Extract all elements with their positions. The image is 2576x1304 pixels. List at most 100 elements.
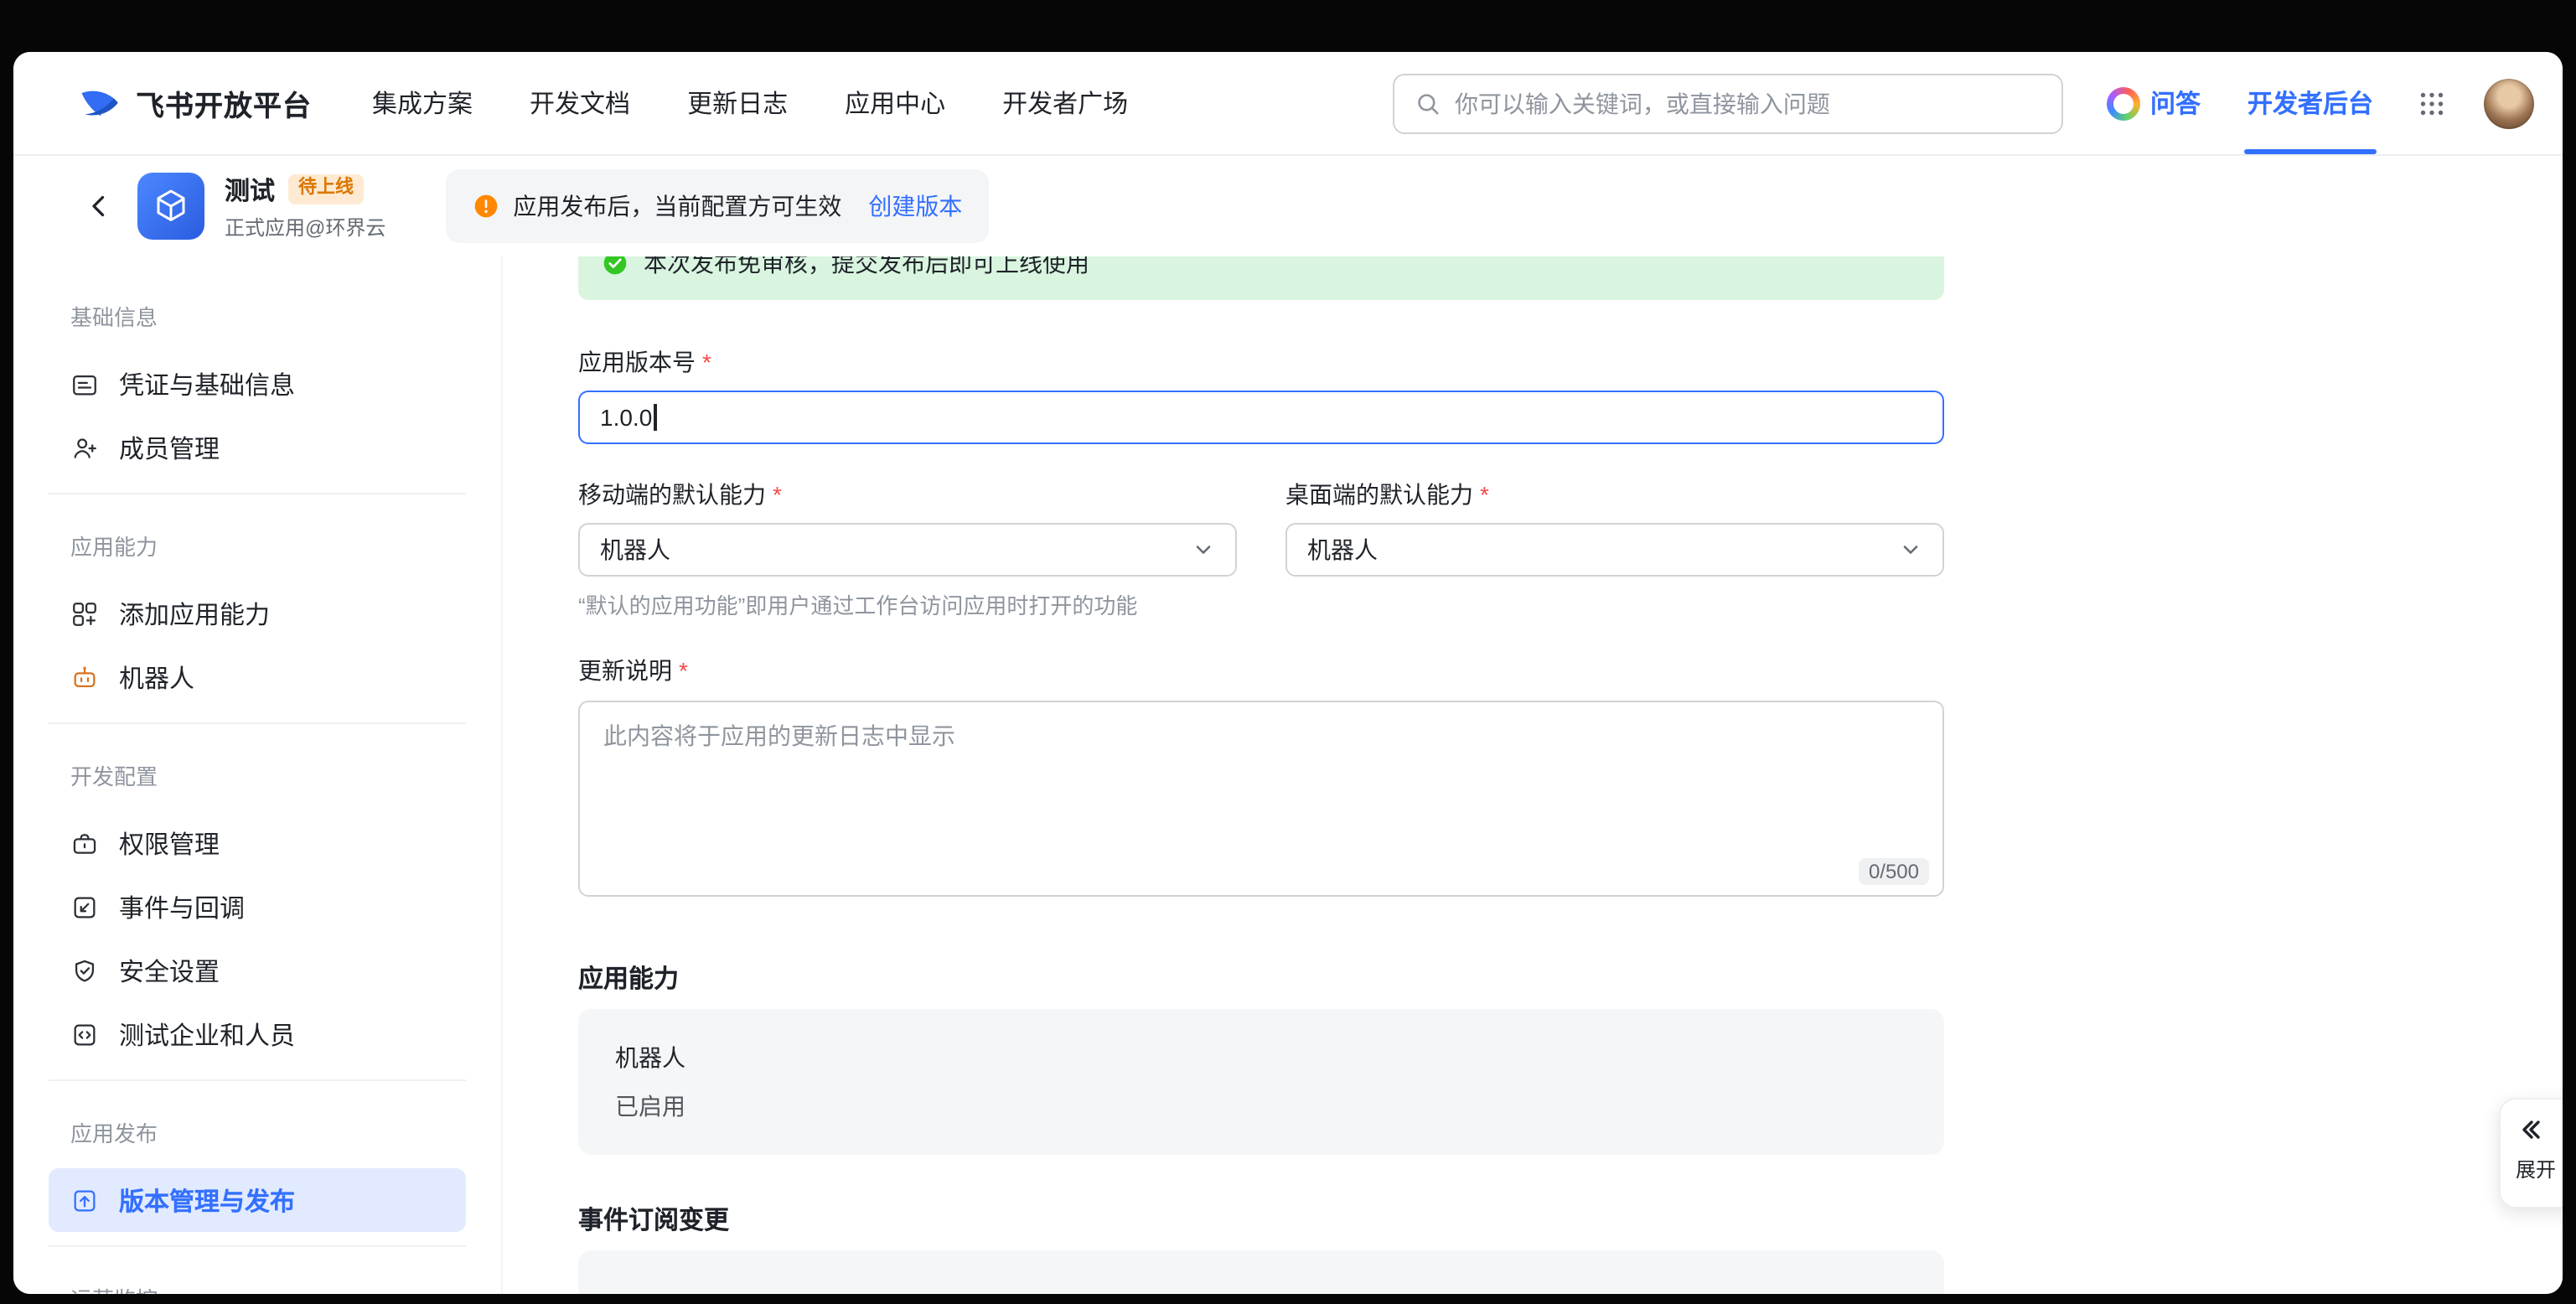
sidebar-item-version-release[interactable]: 版本管理与发布 <box>49 1168 466 1232</box>
sidebar-section-title: 开发配置 <box>49 737 466 811</box>
tab-developer-console[interactable]: 开发者后台 <box>2248 85 2373 121</box>
sidebar: 基础信息 凭证与基础信息 成员管 <box>13 256 503 1294</box>
sidebar-item-bot[interactable]: 机器人 <box>49 645 466 709</box>
char-counter: 0/500 <box>1859 858 1929 885</box>
mobile-capability-select[interactable]: 机器人 <box>578 523 1237 577</box>
grid-icon <box>2417 88 2447 118</box>
nav-item-docs[interactable]: 开发文档 <box>530 85 630 121</box>
sidebar-section-monitoring: 运营监控 <box>49 1245 466 1294</box>
sidebar-item-credentials[interactable]: 凭证与基础信息 <box>49 352 466 416</box>
feishu-logo-icon <box>77 81 121 125</box>
sidebar-item-label: 添加应用能力 <box>119 596 270 631</box>
chevron-down-icon <box>1192 538 1215 561</box>
nav-item-dev-plaza[interactable]: 开发者广场 <box>1002 85 1128 121</box>
required-marker: * <box>1480 481 1489 508</box>
required-marker: * <box>773 481 782 508</box>
sidebar-section-title: 基础信息 <box>49 278 466 352</box>
sidebar-item-label: 安全设置 <box>119 953 220 988</box>
nav-item-app-center[interactable]: 应用中心 <box>845 85 945 121</box>
add-capability-icon <box>70 599 99 628</box>
nav-item-changelog[interactable]: 更新日志 <box>687 85 788 121</box>
app-window: 飞书开放平台 集成方案 开发文档 更新日志 应用中心 开发者广场 问答 <box>13 52 2563 1294</box>
expand-panel-toggle[interactable]: 展开 <box>2499 1098 2563 1208</box>
default-capability-row: 移动端的默认能力* 机器人 桌面端的默认能力* <box>578 478 1944 577</box>
capability-panel: 机器人 已启用 <box>578 1009 1944 1155</box>
app-meta: 测试 待上线 正式应用@环界云 <box>225 172 385 241</box>
sidebar-item-events[interactable]: 事件与回调 <box>49 875 466 939</box>
desktop-capability-label: 桌面端的默认能力* <box>1285 478 1944 511</box>
header-right: 问答 开发者后台 <box>2107 78 2563 128</box>
main-content: 本次发布免审核，提交发布后即可上线使用 应用版本号* 1.0.0 移动端的默认能… <box>503 256 2563 1294</box>
app-bar: 测试 待上线 正式应用@环界云 应用发布后，当前配置方可生效 创建版本 <box>13 156 2563 256</box>
version-form: 本次发布免审核，提交发布后即可上线使用 应用版本号* 1.0.0 移动端的默认能… <box>578 256 1944 1294</box>
text-caret <box>654 404 656 431</box>
top-nav: 集成方案 开发文档 更新日志 应用中心 开发者广场 <box>372 85 1128 121</box>
app-icon <box>137 173 204 240</box>
mobile-capability-value: 机器人 <box>600 533 670 567</box>
sidebar-item-members[interactable]: 成员管理 <box>49 416 466 479</box>
search-box[interactable] <box>1393 73 2063 133</box>
screen: 飞书开放平台 集成方案 开发文档 更新日志 应用中心 开发者广场 问答 <box>0 0 2576 1304</box>
sidebar-item-test-org[interactable]: 测试企业和人员 <box>49 1002 466 1066</box>
success-check-icon <box>602 256 628 277</box>
sidebar-section-basic: 基础信息 凭证与基础信息 成员管 <box>49 278 466 479</box>
app-subtitle: 正式应用@环界云 <box>225 212 385 241</box>
required-marker: * <box>679 657 688 684</box>
changelog-textarea[interactable]: 此内容将于应用的更新日志中显示 0/500 <box>578 701 1944 897</box>
version-label: 应用版本号* <box>578 345 1944 379</box>
sidebar-item-add-capability[interactable]: 添加应用能力 <box>49 582 466 645</box>
success-banner: 本次发布免审核，提交发布后即可上线使用 <box>578 256 1944 300</box>
events-panel <box>578 1250 1944 1294</box>
sidebar-item-label: 测试企业和人员 <box>119 1017 295 1052</box>
qa-gradient-icon <box>2107 86 2140 120</box>
back-button[interactable] <box>84 191 114 221</box>
status-badge: 待上线 <box>288 174 364 204</box>
permission-icon <box>70 829 99 857</box>
apps-grid-button[interactable] <box>2417 88 2447 118</box>
qa-entry[interactable]: 问答 <box>2107 85 2201 121</box>
capability-hint: “默认的应用功能”即用户通过工作台访问应用时打开的功能 <box>578 588 1944 620</box>
body-row: 基础信息 凭证与基础信息 成员管 <box>13 256 2563 1294</box>
sidebar-item-label: 凭证与基础信息 <box>119 366 295 401</box>
sidebar-item-permissions[interactable]: 权限管理 <box>49 811 466 875</box>
capability-status: 已启用 <box>615 1089 1907 1123</box>
changelog-label: 更新说明* <box>578 654 1944 687</box>
nav-item-integration[interactable]: 集成方案 <box>372 85 473 121</box>
sidebar-section-dev-config: 开发配置 权限管理 事件与回调 <box>49 722 466 1066</box>
avatar[interactable] <box>2484 78 2534 128</box>
sidebar-item-label: 权限管理 <box>119 825 220 861</box>
publish-notice: 应用发布后，当前配置方可生效 创建版本 <box>446 169 989 243</box>
desktop-capability-value: 机器人 <box>1307 533 1378 567</box>
notice-text: 应用发布后，当前配置方可生效 <box>513 189 841 223</box>
version-input[interactable]: 1.0.0 <box>578 391 1944 444</box>
capability-name: 机器人 <box>615 1041 1907 1074</box>
sidebar-item-label: 事件与回调 <box>119 889 245 924</box>
required-marker: * <box>702 349 711 375</box>
brand[interactable]: 飞书开放平台 <box>77 81 312 125</box>
robot-icon <box>70 663 99 691</box>
sidebar-section-title: 运营监控 <box>49 1260 466 1294</box>
event-callback-icon <box>70 893 99 921</box>
sidebar-item-label: 版本管理与发布 <box>119 1182 295 1218</box>
mobile-capability-label: 移动端的默认能力* <box>578 478 1237 511</box>
test-org-icon <box>70 1020 99 1048</box>
release-icon <box>70 1186 99 1214</box>
chevron-left-icon <box>84 191 114 221</box>
create-version-link[interactable]: 创建版本 <box>868 189 962 223</box>
qa-label: 问答 <box>2150 85 2201 121</box>
changelog-placeholder: 此内容将于应用的更新日志中显示 <box>603 722 955 749</box>
warning-icon <box>473 193 499 220</box>
brand-title: 飞书开放平台 <box>136 82 312 124</box>
desktop-capability-select[interactable]: 机器人 <box>1285 523 1944 577</box>
events-section-title: 事件订阅变更 <box>578 1202 1944 1237</box>
search-input[interactable] <box>1455 90 2041 116</box>
sidebar-section-capability: 应用能力 添加应用能力 <box>49 493 466 709</box>
sidebar-item-label: 机器人 <box>119 660 194 695</box>
search-icon <box>1415 90 1441 116</box>
success-banner-text: 本次发布免审核，提交发布后即可上线使用 <box>644 256 1089 280</box>
version-input-value: 1.0.0 <box>600 404 652 431</box>
sidebar-section-title: 应用能力 <box>49 508 466 582</box>
sidebar-item-security[interactable]: 安全设置 <box>49 939 466 1002</box>
expand-label: 展开 <box>2516 1155 2556 1183</box>
app-name: 测试 <box>225 172 275 207</box>
